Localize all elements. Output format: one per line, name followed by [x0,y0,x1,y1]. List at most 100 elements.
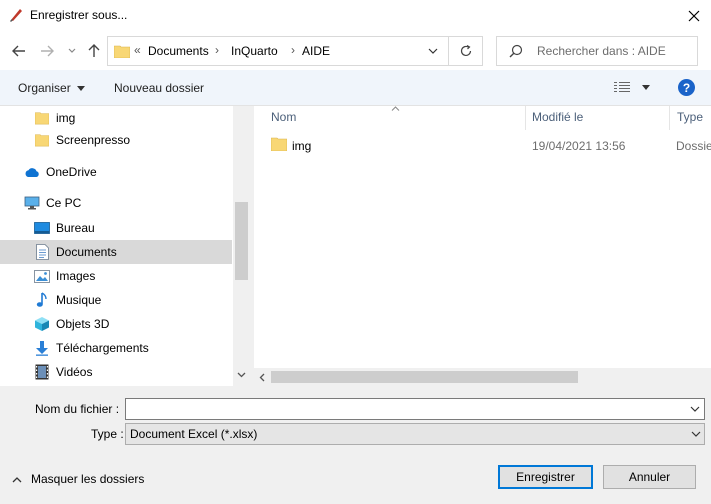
new-folder-button[interactable]: Nouveau dossier [114,81,204,95]
back-button[interactable] [8,41,30,61]
chevron-down-icon [68,48,76,53]
folder-icon [34,132,50,148]
breadcrumb-aide[interactable]: AIDE [302,44,330,58]
videos-icon [34,364,50,380]
sidebar-scrollbar[interactable] [233,106,250,386]
sidebar-item-label: Documents [56,245,117,259]
3d-objects-icon [34,316,50,332]
window-title: Enregistrer sous... [30,8,128,22]
sidebar-item-label: Bureau [56,221,95,235]
sort-ascending-icon [391,106,400,111]
caret-down-icon [642,84,650,90]
arrow-up-icon [88,44,100,57]
sidebar-item-label: Screenpresso [56,133,131,147]
sidebar-item-label: Images [56,269,96,283]
hide-folders-label: Masquer les dossiers [31,472,145,486]
title-bar: Enregistrer sous... [0,0,711,32]
organize-label: Organiser [18,81,71,95]
navigation-pane: img Screenpresso OneDrive Ce PC Bureau D… [0,106,250,386]
caret-down-icon [76,85,85,91]
view-options-button[interactable] [614,81,650,93]
search-box[interactable]: Rechercher dans : AIDE [496,36,698,66]
chevron-down-icon[interactable] [237,372,246,378]
sidebar-item-label: img [56,111,76,125]
sidebar-item-videos[interactable]: Vidéos [0,360,232,384]
pictures-icon [34,268,50,284]
sidebar-item-onedrive[interactable]: OneDrive [0,160,232,184]
file-name: img [292,139,312,153]
sidebar-item-images[interactable]: Images [0,264,232,288]
search-icon [509,44,523,58]
chevron-up-icon [12,476,22,482]
forward-button[interactable] [36,41,58,61]
column-header-modified[interactable]: Modifié le [532,110,583,134]
help-icon: ? [682,80,691,95]
column-divider[interactable] [669,106,670,130]
downloads-icon [34,340,50,356]
recent-locations-button[interactable] [64,44,80,58]
sidebar-item-label: Téléchargements [56,341,149,355]
computer-icon [24,195,40,211]
scrollbar-thumb[interactable] [271,371,578,383]
chevron-down-icon [428,48,438,54]
sidebar-item-bureau[interactable]: Bureau [0,216,232,240]
sidebar-item-label: Ce PC [46,196,82,210]
file-list-hscrollbar[interactable] [254,368,711,386]
type-label: Type : [91,427,124,441]
cancel-button[interactable]: Annuler [603,465,696,489]
hide-folders-toggle[interactable]: Masquer les dossiers [12,472,144,486]
folder-icon [113,44,131,59]
save-button[interactable]: Enregistrer [498,465,593,489]
chevron-left-icon[interactable] [259,373,265,382]
address-bar[interactable]: « Documents › InQuarto › AIDE [107,36,483,66]
folder-icon [34,110,50,126]
breadcrumb-documents[interactable]: Documents [148,44,209,58]
address-dropdown[interactable] [426,44,440,58]
filename-input[interactable] [125,398,705,420]
address-overflow[interactable]: « [134,43,141,57]
sidebar-item-label: Objets 3D [56,317,110,331]
folder-icon [270,137,288,154]
up-button[interactable] [84,41,104,61]
refresh-icon [460,44,472,57]
file-modified: 19/04/2021 13:56 [532,139,626,153]
type-value: Document Excel (*.xlsx) [130,427,258,441]
search-placeholder: Rechercher dans : AIDE [537,44,666,58]
sidebar-item-telechargements[interactable]: Téléchargements [0,336,232,360]
column-header-name[interactable]: Nom [271,110,296,134]
breadcrumb-inquarto[interactable]: InQuarto [231,44,278,58]
sidebar-item-img[interactable]: img [0,106,232,130]
sidebar-item-ce-pc[interactable]: Ce PC [0,191,232,215]
music-icon [34,292,50,308]
cloud-icon [24,164,40,180]
refresh-button[interactable] [448,37,483,65]
column-divider[interactable] [525,106,526,130]
column-header-type[interactable]: Type [677,110,703,134]
sidebar-item-label: OneDrive [46,165,97,179]
chevron-down-icon [689,427,703,441]
sidebar-item-documents[interactable]: Documents [0,240,232,264]
arrow-right-icon [41,45,54,57]
file-type: Dossie [676,139,711,153]
close-icon [688,10,699,22]
help-button[interactable]: ? [678,79,695,96]
sidebar-item-screenpresso[interactable]: Screenpresso [0,128,232,152]
scrollbar-thumb[interactable] [235,202,248,280]
app-icon [8,7,24,23]
sidebar-item-objets-3d[interactable]: Objets 3D [0,312,232,336]
arrow-left-icon [12,45,25,57]
sidebar-item-musique[interactable]: Musique [0,288,232,312]
table-row[interactable]: img 19/04/2021 13:56 Dossie [254,134,711,156]
close-button[interactable] [676,0,711,32]
breadcrumb-separator[interactable]: › [215,43,219,57]
documents-icon [34,244,50,260]
breadcrumb-separator[interactable]: › [291,43,295,57]
filename-label: Nom du fichier : [35,402,120,416]
command-bar: Organiser Nouveau dossier ? [0,70,711,106]
file-list: Nom Modifié le Type img 19/04/2021 13:56… [254,106,711,386]
sidebar-item-label: Musique [56,293,102,307]
type-select[interactable]: Document Excel (*.xlsx) [125,423,705,445]
organize-button[interactable]: Organiser [18,81,85,95]
desktop-icon [34,220,50,236]
filename-dropdown[interactable] [688,402,702,416]
